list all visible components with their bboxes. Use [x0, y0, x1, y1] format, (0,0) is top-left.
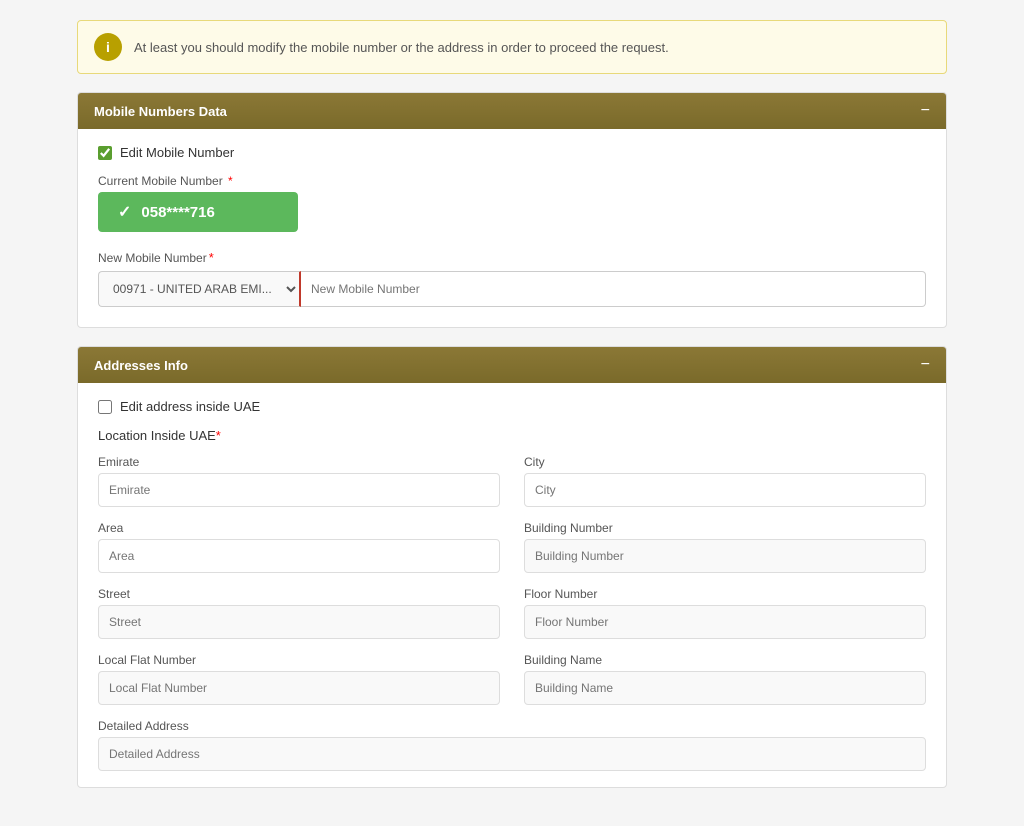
detailed-address-field: Detailed Address	[98, 719, 926, 771]
building-name-input[interactable]	[524, 671, 926, 705]
info-banner: i At least you should modify the mobile …	[77, 20, 947, 74]
addresses-panel-collapse-btn[interactable]: −	[921, 357, 930, 373]
emirate-field: Emirate	[98, 455, 500, 507]
edit-address-label[interactable]: Edit address inside UAE	[120, 399, 260, 414]
street-label: Street	[98, 587, 500, 601]
address-form-grid: Emirate City Area Building Number	[98, 455, 926, 705]
local-flat-number-input[interactable]	[98, 671, 500, 705]
street-input[interactable]	[98, 605, 500, 639]
addresses-panel-header: Addresses Info −	[78, 347, 946, 383]
mobile-panel-header: Mobile Numbers Data −	[78, 93, 946, 129]
current-mobile-label: Current Mobile Number *	[98, 174, 926, 188]
mobile-panel-title: Mobile Numbers Data	[94, 104, 227, 119]
floor-number-field: Floor Number	[524, 587, 926, 639]
current-mobile-value: 058****716	[141, 204, 214, 221]
building-number-input[interactable]	[524, 539, 926, 573]
edit-mobile-label[interactable]: Edit Mobile Number	[120, 145, 234, 160]
current-mobile-button[interactable]: ✓ 058****716	[98, 192, 298, 232]
city-input[interactable]	[524, 473, 926, 507]
info-banner-text: At least you should modify the mobile nu…	[134, 40, 669, 55]
mobile-panel-body: Edit Mobile Number Current Mobile Number…	[78, 129, 946, 327]
country-code-select[interactable]: 00971 - UNITED ARAB EMI...	[98, 271, 301, 307]
emirate-label: Emirate	[98, 455, 500, 469]
edit-address-checkbox-row: Edit address inside UAE	[98, 399, 926, 414]
new-mobile-row: 00971 - UNITED ARAB EMI...	[98, 271, 926, 307]
building-name-field: Building Name	[524, 653, 926, 705]
check-icon: ✓	[118, 202, 131, 222]
area-label: Area	[98, 521, 500, 535]
location-inside-uae-label: Location Inside UAE*	[98, 428, 926, 443]
area-field: Area	[98, 521, 500, 573]
building-name-label: Building Name	[524, 653, 926, 667]
local-flat-number-label: Local Flat Number	[98, 653, 500, 667]
floor-number-label: Floor Number	[524, 587, 926, 601]
local-flat-number-field: Local Flat Number	[98, 653, 500, 705]
new-mobile-field-label: New Mobile Number	[98, 251, 207, 265]
building-number-label: Building Number	[524, 521, 926, 535]
info-icon: i	[94, 33, 122, 61]
new-mobile-required: *	[209, 250, 214, 265]
area-input[interactable]	[98, 539, 500, 573]
mobile-panel-collapse-btn[interactable]: −	[921, 103, 930, 119]
addresses-panel-body: Edit address inside UAE Location Inside …	[78, 383, 946, 787]
edit-mobile-checkbox[interactable]	[98, 146, 112, 160]
floor-number-input[interactable]	[524, 605, 926, 639]
addresses-panel: Addresses Info − Edit address inside UAE…	[77, 346, 947, 788]
mobile-numbers-panel: Mobile Numbers Data − Edit Mobile Number…	[77, 92, 947, 328]
detailed-address-label: Detailed Address	[98, 719, 926, 733]
detailed-address-input[interactable]	[98, 737, 926, 771]
edit-mobile-checkbox-row: Edit Mobile Number	[98, 145, 926, 160]
edit-address-checkbox[interactable]	[98, 400, 112, 414]
emirate-input[interactable]	[98, 473, 500, 507]
street-field: Street	[98, 587, 500, 639]
addresses-panel-title: Addresses Info	[94, 358, 188, 373]
city-field: City	[524, 455, 926, 507]
building-number-field: Building Number	[524, 521, 926, 573]
city-label: City	[524, 455, 926, 469]
new-mobile-input[interactable]	[301, 271, 926, 307]
new-mobile-label-row: New Mobile Number *	[98, 250, 926, 265]
